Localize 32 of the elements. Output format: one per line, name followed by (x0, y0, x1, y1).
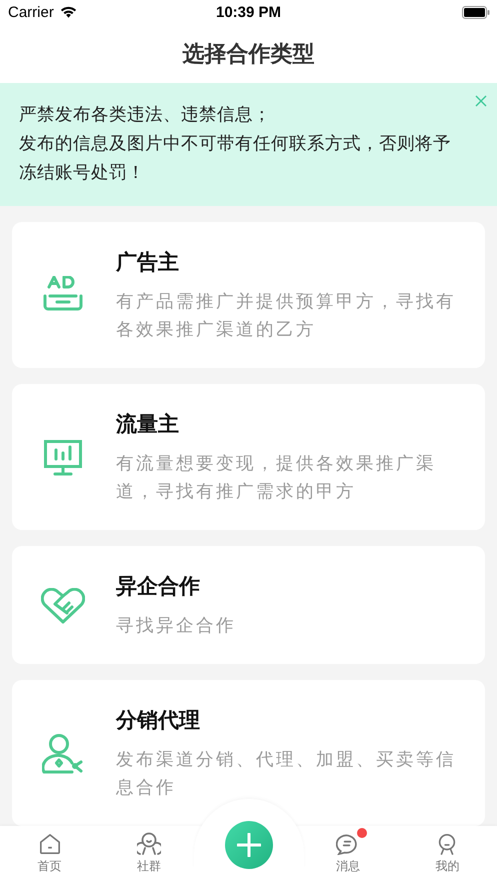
page-title: 选择合作类型 (182, 40, 314, 69)
tab-item[interactable]: 首页 (26, 826, 74, 883)
heart-handshake-icon (41, 588, 85, 624)
card-title: 分销代理 (116, 706, 201, 734)
carrier-name: Carrier (8, 4, 54, 21)
wifi-icon (58, 5, 78, 20)
type-card[interactable]: 分销代理 发布渠道分销、代理、加盟、买卖等信息合作 (12, 680, 485, 826)
type-card[interactable]: 流量主 有流量想要变现，提供各效果推广渠道，寻找有推广需求的甲方 (12, 384, 485, 530)
card-description: 寻找异企合作 (116, 614, 237, 638)
chart-monitor-icon (44, 440, 82, 476)
tab-item[interactable]: 社群 (125, 826, 174, 883)
card-title: 广告主 (116, 248, 180, 276)
close-icon (475, 94, 487, 107)
clock-time: 10:39 PM (216, 4, 282, 21)
person-share-icon (42, 732, 84, 775)
chat-bubble-icon (336, 832, 360, 856)
plus-icon (236, 832, 261, 857)
close-button[interactable] (475, 94, 487, 107)
tab-item[interactable]: 我的 (423, 826, 472, 883)
battery-icon (462, 6, 490, 19)
card-description: 有流量想要变现，提供各效果推广渠道，寻找有推广需求的甲方 (116, 452, 437, 504)
notice-text: 发布的信息及图片中不可带有任何联系方式，否则将予冻结账号处罚！ (19, 132, 452, 185)
notice-text: 严禁发布各类违法、违禁信息； (19, 104, 272, 127)
type-card[interactable]: 广告主 有产品需推广并提供预算甲方，寻找有各效果推广渠道的乙方 (12, 222, 485, 368)
card-title: 异企合作 (116, 572, 201, 600)
card-description: 有产品需推广并提供预算甲方，寻找有各效果推广渠道的乙方 (116, 290, 457, 342)
people-icon (137, 832, 162, 856)
card-description: 发布渠道分销、代理、加盟、买卖等信息合作 (116, 748, 457, 800)
home-icon (38, 832, 61, 855)
tab-item[interactable]: 消息 (324, 826, 372, 883)
type-card[interactable]: 异企合作 寻找异企合作 (12, 546, 485, 664)
card-title: 流量主 (116, 410, 180, 438)
